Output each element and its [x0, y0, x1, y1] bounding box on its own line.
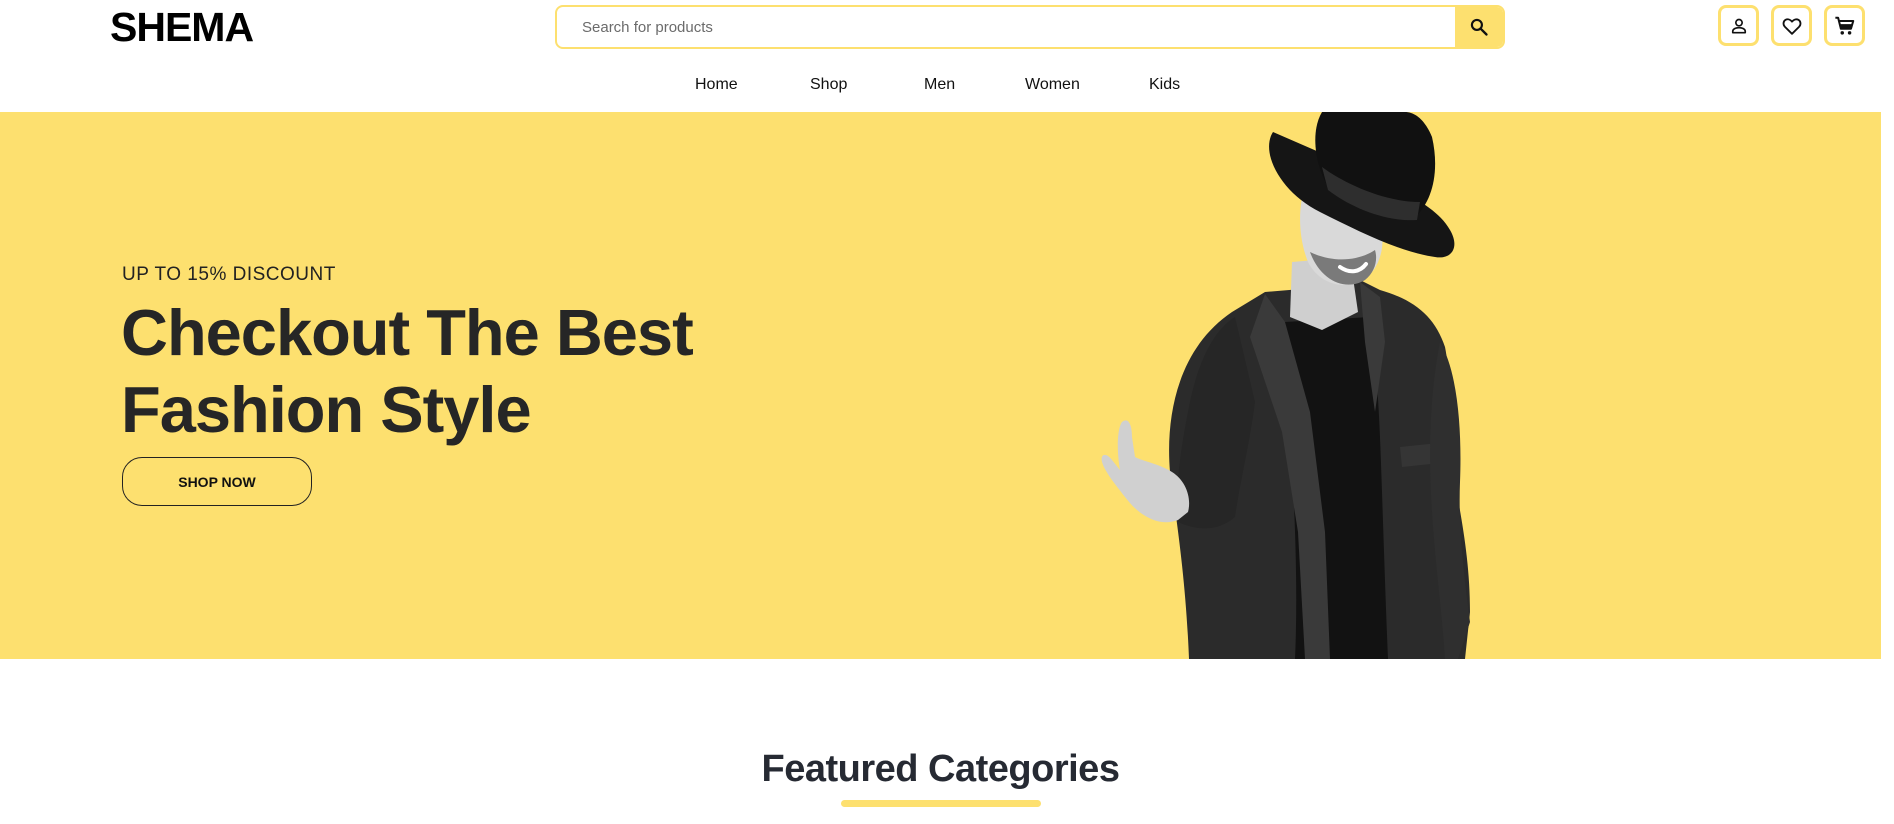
- nav-item-women[interactable]: Women: [1025, 76, 1080, 94]
- search-button[interactable]: [1455, 7, 1503, 47]
- heart-icon: [1782, 17, 1801, 35]
- account-button[interactable]: [1718, 5, 1759, 46]
- hero-discount-text: UP TO 15% DISCOUNT: [122, 264, 336, 285]
- hero-title-line-2: Fashion Style: [121, 373, 532, 446]
- scrollbar-thumb[interactable]: [1884, 0, 1892, 824]
- page: SHEMA Search for products Home Shop Men …: [0, 0, 1894, 824]
- hero-title: Checkout The Best Fashion Style: [121, 294, 821, 448]
- search-input[interactable]: [557, 7, 1457, 47]
- nav-item-kids[interactable]: Kids: [1149, 76, 1180, 94]
- featured-title-underline: [841, 800, 1041, 807]
- main-content: SHEMA Search for products Home Shop Men …: [0, 0, 1894, 824]
- main-navigation: Home Shop Men Women Kids: [0, 76, 1894, 96]
- search-icon: [1470, 18, 1488, 36]
- hero-model-image: [1101, 112, 1470, 659]
- page-scrollbar[interactable]: [1881, 0, 1894, 824]
- featured-categories-title: Featured Categories: [761, 748, 1120, 790]
- nav-item-men[interactable]: Men: [924, 76, 955, 94]
- nav-item-home[interactable]: Home: [695, 76, 738, 94]
- user-icon: [1731, 18, 1746, 34]
- wishlist-button[interactable]: [1771, 5, 1812, 46]
- shop-now-button[interactable]: SHOP NOW: [122, 457, 312, 506]
- cart-icon: [1834, 16, 1854, 35]
- nav-item-shop[interactable]: Shop: [810, 76, 847, 94]
- hero-title-line-1: Checkout The Best: [121, 296, 694, 369]
- search-bar: [555, 5, 1505, 49]
- site-logo[interactable]: SHEMA: [110, 4, 254, 51]
- hero-banner: UP TO 15% DISCOUNT Checkout The Best Fas…: [0, 112, 1894, 659]
- cart-button[interactable]: [1824, 5, 1865, 46]
